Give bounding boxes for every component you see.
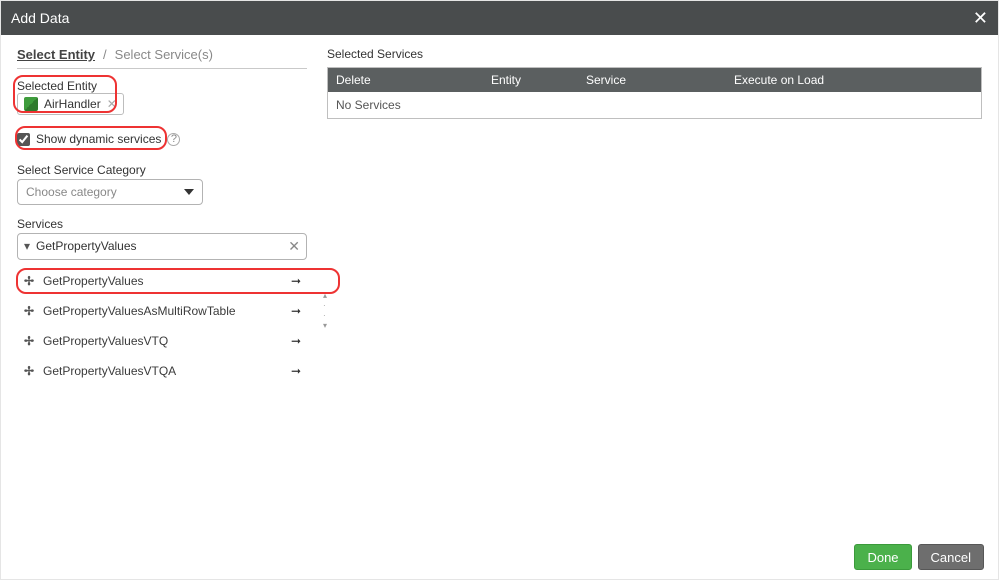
arrow-right-icon[interactable]: ➞ <box>291 274 301 288</box>
show-dynamic-services[interactable]: Show dynamic services ? <box>17 132 180 146</box>
done-button[interactable]: Done <box>854 544 911 570</box>
chevron-down-icon <box>184 189 194 195</box>
table-empty-row: No Services <box>328 92 981 118</box>
drag-icon[interactable]: ✢ <box>23 304 35 318</box>
titlebar: Add Data ✕ <box>1 1 998 35</box>
filter-icon: ▾ <box>24 239 30 253</box>
breadcrumb-step-services[interactable]: Select Service(s) <box>115 47 213 62</box>
service-item-multirow[interactable]: ✢ GetPropertyValuesAsMultiRowTable ➞ <box>17 296 307 326</box>
drag-icon[interactable]: ✢ <box>23 274 35 288</box>
show-dynamic-label: Show dynamic services <box>36 132 161 146</box>
service-item-vtqa[interactable]: ✢ GetPropertyValuesVTQA ➞ <box>17 356 307 386</box>
breadcrumb-step-entity[interactable]: Select Entity <box>17 47 95 62</box>
add-data-dialog: Add Data ✕ Select Entity / Select Servic… <box>0 0 999 580</box>
category-placeholder: Choose category <box>26 185 117 199</box>
breadcrumb: Select Entity / Select Service(s) <box>17 47 307 69</box>
service-item-getpropertyvalues[interactable]: ✢ GetPropertyValues ➞ <box>17 266 307 296</box>
service-name: GetPropertyValuesAsMultiRowTable <box>43 304 236 318</box>
show-dynamic-checkbox[interactable] <box>17 133 30 146</box>
drag-icon[interactable]: ✢ <box>23 334 35 348</box>
th-execute: Execute on Load <box>726 68 981 92</box>
service-item-vtq[interactable]: ✢ GetPropertyValuesVTQ ➞ <box>17 326 307 356</box>
th-service: Service <box>578 68 726 92</box>
arrow-right-icon[interactable]: ➞ <box>291 334 301 348</box>
service-name: GetPropertyValues <box>43 274 144 288</box>
entity-chip[interactable]: AirHandler ✕ <box>17 93 124 115</box>
selected-entity-label: Selected Entity <box>17 79 307 93</box>
th-delete: Delete <box>328 68 483 92</box>
select-category-label: Select Service Category <box>17 163 307 177</box>
remove-entity-icon[interactable]: ✕ <box>107 97 117 111</box>
right-panel: Selected Services Delete Entity Service … <box>327 47 982 531</box>
breadcrumb-separator: / <box>103 47 107 62</box>
selected-services-label: Selected Services <box>327 47 982 61</box>
services-label: Services <box>17 217 307 231</box>
service-name: GetPropertyValuesVTQ <box>43 334 168 348</box>
services-list: ✢ GetPropertyValues ➞ ✢ GetPropertyValue… <box>17 266 307 386</box>
selected-services-table: Delete Entity Service Execute on Load No… <box>327 67 982 119</box>
close-icon[interactable]: ✕ <box>973 9 988 27</box>
left-panel: Select Entity / Select Service(s) Select… <box>17 47 307 531</box>
drag-icon[interactable]: ✢ <box>23 364 35 378</box>
service-name: GetPropertyValuesVTQA <box>43 364 176 378</box>
arrow-right-icon[interactable]: ➞ <box>291 304 301 318</box>
panel-drag-handle-icon[interactable]: ▴··▾ <box>323 291 327 330</box>
thing-icon <box>24 97 38 111</box>
table-header-row: Delete Entity Service Execute on Load <box>328 68 981 92</box>
dialog-title: Add Data <box>11 10 973 26</box>
dialog-footer: Done Cancel <box>1 535 998 579</box>
arrow-right-icon[interactable]: ➞ <box>291 364 301 378</box>
help-icon[interactable]: ? <box>167 133 180 146</box>
dialog-body: Select Entity / Select Service(s) Select… <box>1 35 998 535</box>
entity-name: AirHandler <box>44 97 101 111</box>
category-dropdown[interactable]: Choose category <box>17 179 203 205</box>
cancel-button[interactable]: Cancel <box>918 544 984 570</box>
services-filter-input[interactable] <box>36 239 282 253</box>
services-filter[interactable]: ▾ ✕ <box>17 233 307 260</box>
th-entity: Entity <box>483 68 578 92</box>
clear-filter-icon[interactable]: ✕ <box>288 238 300 255</box>
